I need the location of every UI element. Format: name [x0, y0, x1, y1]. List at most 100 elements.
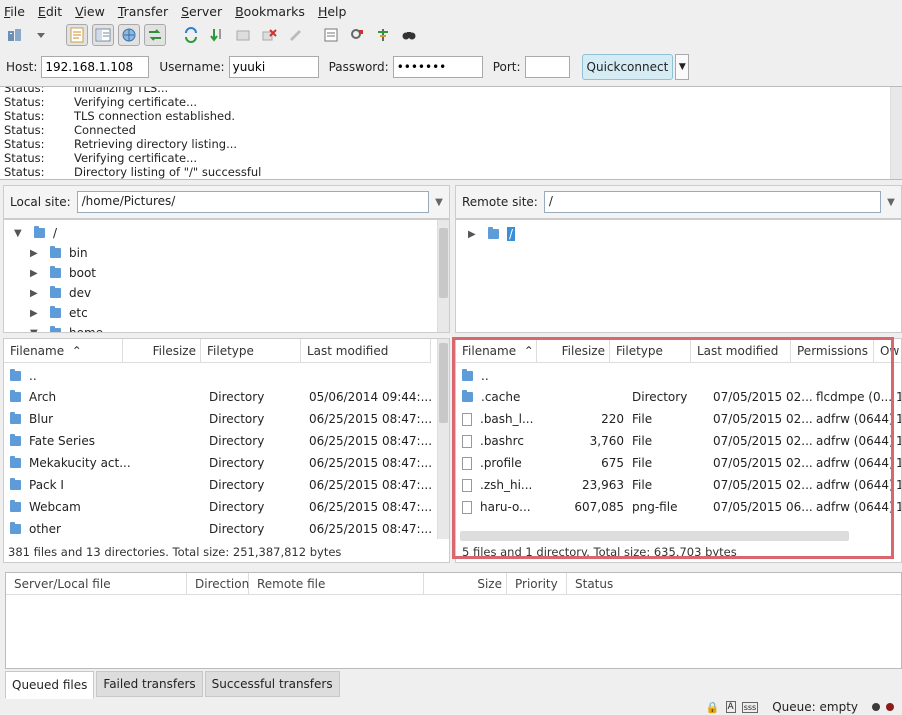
local-tree-scrollbar[interactable]	[437, 220, 449, 332]
column-filetype[interactable]: Filetype	[201, 339, 301, 363]
queue-header: Server/Local file Direction Remote file …	[6, 572, 901, 595]
list-item[interactable]: Webcam Directory 06/25/2015 08:47:...	[10, 496, 432, 518]
list-item[interactable]: Arch Directory 05/06/2014 09:44:...	[10, 386, 432, 408]
remote-tree-icon[interactable]	[118, 24, 140, 46]
column-filesize[interactable]: Filesize	[123, 339, 201, 363]
collapse-icon[interactable]: ▼	[30, 328, 42, 333]
site-manager-icon[interactable]	[4, 24, 26, 46]
list-item[interactable]: .bash_l... 220 File 07/05/2015 02... adfrw (…	[462, 408, 901, 430]
tree-item[interactable]: ▶ bin	[30, 243, 88, 263]
tab-queued-files[interactable]: Queued files	[5, 671, 95, 699]
log-scrollbar[interactable]	[890, 87, 902, 179]
column-permissions[interactable]: Permissions	[791, 339, 874, 363]
refresh-icon[interactable]	[180, 24, 202, 46]
log-line: Status: Directory listing of "/" successf…	[4, 165, 262, 179]
message-log[interactable]: Status: Initializing TLS... Status: Verify…	[0, 86, 902, 180]
local-path-input[interactable]: /home/Pictures/	[76, 191, 429, 213]
column-server-local-file[interactable]: Server/Local file	[6, 572, 187, 595]
local-tree[interactable]: ▼ / ▶ bin ▶ boot ▶ dev ▶ etc ▼ home	[3, 219, 450, 333]
process-queue-icon[interactable]	[206, 24, 228, 46]
list-item[interactable]: .zsh_hi... 23,963 File 07/05/2015 02... adfr…	[462, 474, 901, 496]
tree-item[interactable]: ▼ home	[30, 323, 103, 333]
quickconnect-button[interactable]: Quickconnect	[581, 54, 674, 80]
tree-item[interactable]: ▼ /	[14, 223, 57, 243]
column-direction[interactable]: Direction	[187, 572, 249, 595]
tab-failed-transfers[interactable]: Failed transfers	[96, 671, 203, 697]
tree-item[interactable]: ▶ /	[468, 224, 516, 244]
local-site-label: Local site:	[10, 195, 71, 209]
list-item[interactable]: .bashrc 3,760 File 07/05/2015 02... adfrw (0…	[462, 430, 901, 452]
list-item[interactable]: ..	[10, 365, 37, 387]
column-owner[interactable]: Ow	[874, 339, 901, 363]
menu-file[interactable]: File	[4, 4, 25, 19]
port-input[interactable]	[524, 56, 570, 78]
column-filename[interactable]: Filename ⌃	[456, 339, 537, 363]
list-item[interactable]: .profile 675 File 07/05/2015 02... adfrw (06…	[462, 452, 901, 474]
menu-server[interactable]: Server	[181, 4, 222, 19]
menu-edit[interactable]: Edit	[38, 4, 62, 19]
list-item[interactable]: .cache Directory 07/05/2015 02... flcdmpe (…	[462, 386, 901, 408]
password-input[interactable]	[392, 56, 483, 78]
local-file-list[interactable]: Filename ⌃ Filesize Filetype Last modifi…	[3, 338, 450, 563]
list-item[interactable]: Pack I Directory 06/25/2015 08:47:...	[10, 474, 432, 496]
message-log-icon[interactable]	[66, 24, 88, 46]
list-item[interactable]: other Directory 06/25/2015 08:47:...	[10, 518, 432, 540]
disconnect-icon[interactable]	[258, 24, 280, 46]
dropdown-icon[interactable]	[30, 24, 52, 46]
menu-help[interactable]: Help	[318, 4, 347, 19]
expand-icon[interactable]: ▶	[30, 268, 42, 279]
transfer-queue[interactable]: Server/Local file Direction Remote file …	[5, 572, 902, 669]
folder-icon	[10, 500, 21, 512]
menu-view[interactable]: View	[75, 4, 105, 19]
column-last-modified[interactable]: Last modified	[691, 339, 791, 363]
column-size[interactable]: Size	[424, 572, 507, 595]
remote-site-label: Remote site:	[462, 195, 538, 209]
reconnect-icon[interactable]	[284, 24, 306, 46]
menu-bar: File Edit View Transfer Server Bookmarks…	[0, 0, 902, 22]
expand-icon[interactable]: ▶	[30, 308, 42, 319]
search-icon[interactable]	[398, 24, 420, 46]
tree-item[interactable]: ▶ boot	[30, 263, 96, 283]
tree-item[interactable]: ▶ etc	[30, 303, 88, 323]
local-path-dropdown-icon[interactable]: ▼	[429, 197, 449, 208]
menu-bookmarks[interactable]: Bookmarks	[235, 4, 305, 19]
remote-path-dropdown-icon[interactable]: ▼	[881, 197, 901, 208]
compare-icon[interactable]	[346, 24, 368, 46]
remote-file-list[interactable]: Filename ⌃ Filesize Filetype Last modifi…	[455, 338, 902, 563]
column-filetype[interactable]: Filetype	[610, 339, 691, 363]
list-item[interactable]: ..	[462, 365, 489, 387]
remote-path-input[interactable]: /	[543, 191, 881, 213]
expand-icon[interactable]: ▶	[30, 248, 42, 259]
quickconnect-dropdown-icon[interactable]: ▼	[675, 54, 690, 80]
list-item[interactable]: Blur Directory 06/25/2015 08:47:...	[10, 408, 432, 430]
sync-browse-icon[interactable]	[372, 24, 394, 46]
remote-tree[interactable]: ▶ /	[455, 219, 902, 333]
remote-site-bar: Remote site: / ▼	[455, 185, 902, 219]
remote-list-hscrollbar[interactable]	[460, 531, 849, 541]
menu-transfer[interactable]: Transfer	[118, 4, 168, 19]
collapse-icon[interactable]: ▼	[14, 228, 26, 239]
host-input[interactable]	[41, 56, 150, 78]
column-priority[interactable]: Priority	[507, 572, 567, 595]
column-filename[interactable]: Filename ⌃	[4, 339, 123, 363]
column-last-modified[interactable]: Last modified	[301, 339, 431, 363]
local-tree-icon[interactable]	[92, 24, 114, 46]
list-item[interactable]: Mekakucity act... Directory 06/25/2015 08:…	[10, 452, 432, 474]
username-input[interactable]	[228, 56, 319, 78]
column-status[interactable]: Status	[567, 573, 901, 595]
list-item[interactable]: haru-o... 607,085 png-file 07/05/2015 06...…	[462, 496, 901, 518]
tree-item[interactable]: ▶ dev	[30, 283, 91, 303]
activity-led-icon	[886, 703, 894, 711]
local-list-scrollbar[interactable]	[437, 339, 449, 539]
tab-successful-transfers[interactable]: Successful transfers	[204, 671, 340, 697]
cancel-icon[interactable]	[232, 24, 254, 46]
column-filesize[interactable]: Filesize	[537, 339, 610, 363]
column-remote-file[interactable]: Remote file	[249, 572, 424, 595]
expand-icon[interactable]: ▶	[30, 288, 42, 299]
list-item[interactable]: Fate Series Directory 06/25/2015 08:47:...	[10, 430, 432, 452]
queue-icon[interactable]	[144, 24, 166, 46]
expand-icon[interactable]: ▶	[468, 229, 480, 240]
quickconnect-bar: Host: Username: Password: Port: Quickcon…	[0, 52, 902, 82]
filter-icon[interactable]	[320, 24, 342, 46]
lock-icon: 🔒	[705, 700, 720, 714]
